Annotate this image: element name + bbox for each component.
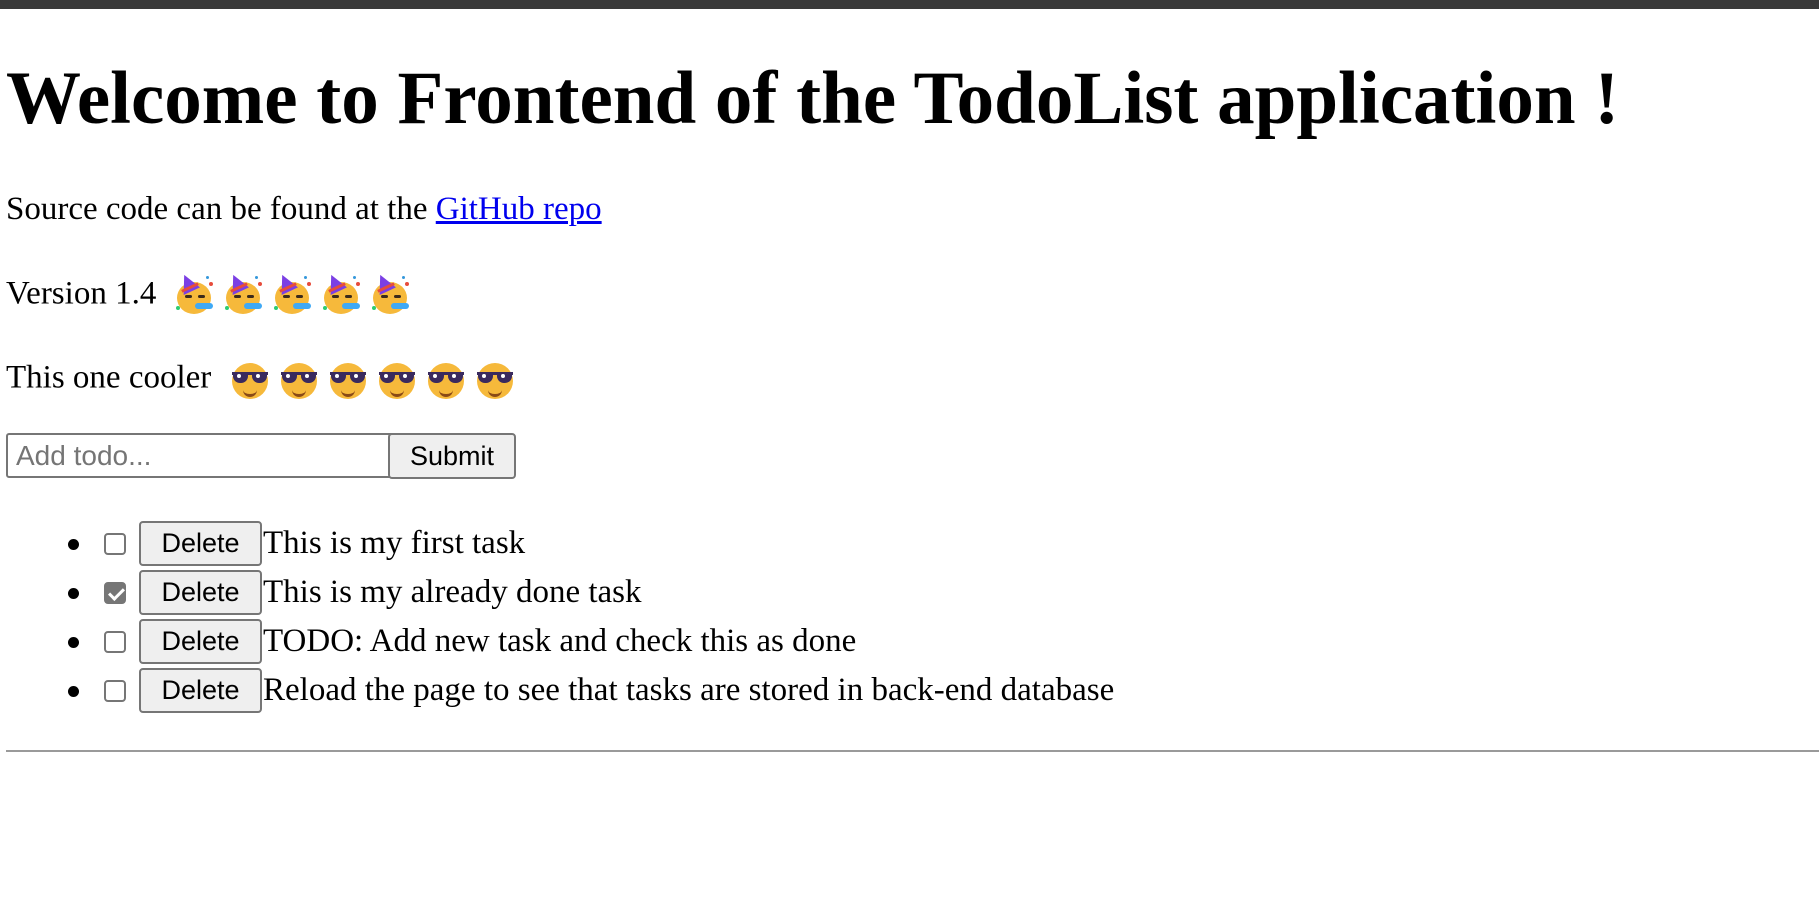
todo-done-checkbox[interactable] (104, 582, 126, 604)
list-bullet-icon (68, 637, 79, 648)
cooler-line: This one cooler (6, 360, 524, 400)
todo-done-checkbox[interactable] (104, 631, 126, 653)
list-bullet-icon (68, 588, 79, 599)
list-bullet-icon (68, 539, 79, 550)
partying-face-icon (322, 271, 362, 316)
version-label: Version 1.4 (6, 275, 157, 312)
divider (6, 750, 1819, 752)
delete-button[interactable]: Delete (139, 570, 262, 615)
delete-button[interactable]: Delete (139, 521, 262, 566)
delete-button[interactable]: Delete (139, 668, 262, 713)
partying-face-icon (273, 271, 313, 316)
version-line: Version 1.4 (6, 271, 420, 316)
source-line: Source code can be found at the GitHub r… (6, 193, 602, 226)
sunglasses-face-icon (230, 360, 270, 400)
partying-face-icon (371, 271, 411, 316)
version-emoji-row (175, 271, 420, 316)
sunglasses-face-icon (279, 360, 319, 400)
todo-text: Reload the page to see that tasks are st… (263, 672, 1115, 708)
add-todo-input[interactable] (6, 433, 399, 478)
delete-button[interactable]: Delete (139, 619, 262, 664)
source-prefix-text: Source code can be found at the (6, 191, 436, 227)
github-repo-link[interactable]: GitHub repo (436, 191, 602, 227)
list-bullet-icon (68, 686, 79, 697)
sunglasses-face-icon (426, 360, 466, 400)
cooler-label: This one cooler (6, 359, 212, 396)
page-title: Welcome to Frontend of the TodoList appl… (6, 57, 1620, 140)
todo-text: TODO: Add new task and check this as don… (263, 623, 857, 659)
todo-done-checkbox[interactable] (104, 533, 126, 555)
todo-done-checkbox[interactable] (104, 680, 126, 702)
submit-button[interactable]: Submit (388, 433, 516, 479)
todo-text: This is my first task (263, 525, 526, 561)
browser-top-bar (0, 0, 1819, 9)
todo-text: This is my already done task (263, 574, 642, 610)
sunglasses-face-icon (377, 360, 417, 400)
cooler-emoji-row (230, 360, 524, 400)
sunglasses-face-icon (328, 360, 368, 400)
partying-face-icon (224, 271, 264, 316)
partying-face-icon (175, 271, 215, 316)
sunglasses-face-icon (475, 360, 515, 400)
